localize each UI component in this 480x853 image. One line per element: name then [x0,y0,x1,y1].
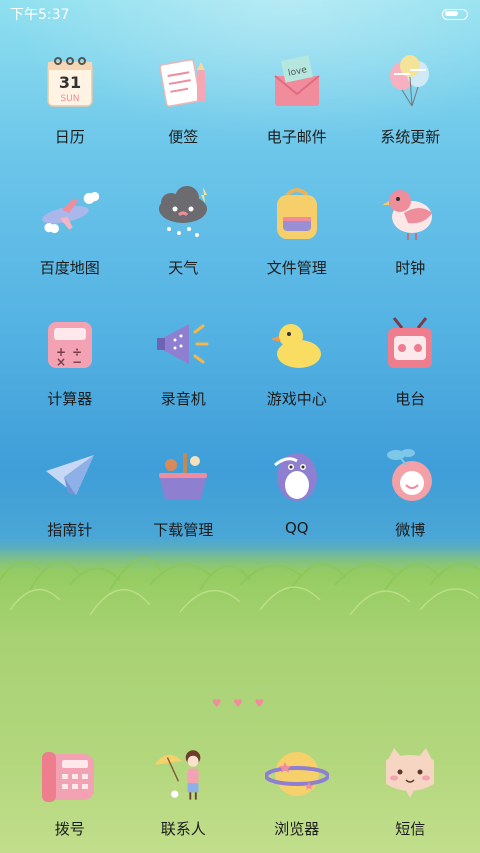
svg-text:×: × [56,355,66,369]
flower-face-icon [378,443,442,507]
app-file-manager[interactable]: 文件管理 [240,181,354,312]
app-label: 便签 [168,128,199,146]
calendar-icon: 31 SUN [38,50,102,114]
notepad-icon [151,50,215,114]
app-label: 文件管理 [266,259,327,277]
paper-plane-icon [38,443,102,507]
megaphone-icon [151,312,215,376]
status-time: 下午5:37 [10,7,70,23]
app-label: 时钟 [395,259,426,277]
app-game-center[interactable]: 游戏中心 [240,312,354,443]
app-label: 录音机 [160,390,206,408]
app-label: 微博 [395,521,426,539]
app-calculator[interactable]: + ÷ × − 计算器 [13,312,127,443]
app-notes[interactable]: 便签 [127,50,241,181]
app-compass[interactable]: 指南针 [13,443,127,574]
app-system-update[interactable]: 系统更新 [354,50,468,181]
app-label: 下载管理 [153,521,214,539]
app-label: QQ [284,519,309,537]
app-weibo[interactable]: 微博 [354,443,468,574]
dock: 拨号 联系人 浏览器 短信 [13,742,467,839]
storm-cloud-icon [151,181,215,245]
bird-icon [378,181,442,245]
status-bar: 下午5:37 [0,0,480,28]
battery-fill [445,11,458,16]
app-label: 天气 [168,259,199,277]
cat-face-icon [378,742,442,806]
app-label: 电子邮件 [266,128,327,146]
planet-icon [264,742,329,806]
love-letter-icon: love [265,50,329,114]
tv-radio-icon [378,312,442,376]
app-recorder[interactable]: 录音机 [127,312,241,443]
app-label: 系统更新 [380,128,441,146]
app-label: 电台 [395,390,426,408]
telephone-icon [38,742,102,806]
balloons-icon [378,50,442,114]
app-baidu-map[interactable]: 百度地图 [13,181,127,312]
app-label: 短信 [395,820,426,838]
penguin-icon [265,443,329,507]
svg-text:SUN: SUN [60,94,79,104]
app-download-manager[interactable]: 下载管理 [127,443,241,574]
app-radio[interactable]: 电台 [354,312,468,443]
dock-contacts[interactable]: 联系人 [127,742,241,839]
app-label: 拨号 [54,820,85,838]
app-label: 计算器 [47,390,93,408]
app-label: 日历 [54,128,85,146]
page-indicator[interactable]: ♥ ♥ ♥ [0,697,480,710]
dock-browser[interactable]: 浏览器 [240,742,354,839]
battery-icon [442,8,468,20]
app-weather[interactable]: 天气 [127,181,241,312]
basket-icon [151,443,215,507]
app-email[interactable]: love 电子邮件 [240,50,354,181]
app-grid: 31 SUN 日历 便签 love 电子邮件 系统更新 百度地图 天气 文件管理… [13,50,467,574]
app-label: 浏览器 [274,820,320,838]
dock-messages[interactable]: 短信 [354,742,468,839]
app-label: 指南针 [47,521,93,539]
backpack-icon [265,181,329,245]
app-label: 百度地图 [39,259,100,277]
app-label: 游戏中心 [266,390,327,408]
airplane-icon [38,181,102,245]
dock-phone[interactable]: 拨号 [13,742,127,839]
duck-icon [265,312,329,376]
svg-text:31: 31 [59,73,81,92]
app-qq[interactable]: QQ [240,443,354,574]
app-clock[interactable]: 时钟 [354,181,468,312]
svg-text:−: − [72,355,82,369]
app-label: 联系人 [160,820,206,838]
girl-umbrella-icon [151,742,215,806]
app-calendar[interactable]: 31 SUN 日历 [13,50,127,181]
calculator-icon: + ÷ × − [38,312,102,376]
